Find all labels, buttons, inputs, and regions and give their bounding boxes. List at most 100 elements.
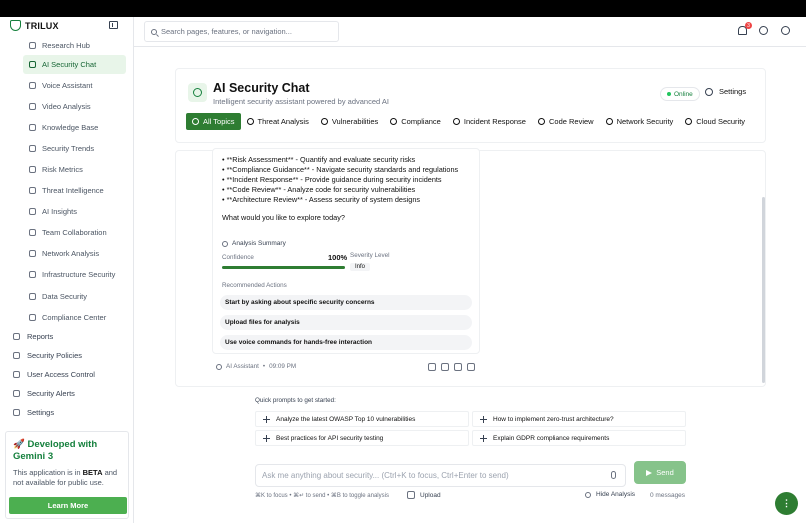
tab-vulnerabilities[interactable]: Vulnerabilities: [315, 113, 384, 130]
message-line: • **Compliance Guidance** - Navigate sec…: [222, 165, 459, 174]
tab-cloud-security[interactable]: Cloud Security: [679, 113, 751, 130]
recommended-action-button[interactable]: Use voice commands for hands-free intera…: [220, 335, 472, 350]
sidebar-item-label: Knowledge Base: [42, 123, 99, 132]
beta-label: BETA: [82, 468, 103, 477]
chart-icon: [29, 166, 36, 173]
eye-icon: [585, 491, 591, 498]
tab-threat-analysis[interactable]: Threat Analysis: [241, 113, 315, 130]
sidebar-item-label: Compliance Center: [42, 313, 107, 322]
sidebar-item-knowledge-base[interactable]: Knowledge Base: [23, 118, 126, 137]
sidebar-item-network-analysis[interactable]: Network Analysis: [23, 244, 126, 263]
sidebar-item-infrastructure-security[interactable]: Infrastructure Security: [23, 265, 126, 284]
target-icon: [246, 118, 254, 125]
quick-prompt-label: How to implement zero-trust architecture…: [493, 415, 614, 423]
user-circle-icon[interactable]: [781, 26, 790, 35]
tab-all-topics[interactable]: All Topics: [186, 113, 241, 130]
gemini-body-prefix: This application is in: [13, 468, 83, 477]
search-bar[interactable]: Search pages, features, or navigation...: [144, 21, 339, 42]
brand[interactable]: TRILUX: [10, 20, 59, 31]
upload-button[interactable]: Upload: [407, 491, 441, 499]
search-icon: [151, 28, 157, 35]
quick-prompt-button[interactable]: Best practices for API security testing: [255, 430, 469, 446]
quick-prompt-button[interactable]: How to implement zero-trust architecture…: [472, 411, 686, 427]
sidebar-item-label: Reports: [27, 332, 54, 341]
confidence-label: Confidence: [222, 254, 254, 261]
sidebar-item-label: Security Policies: [27, 351, 83, 360]
sidebar-item-team-collaboration[interactable]: Team Collaboration: [23, 223, 126, 242]
quick-prompt-button[interactable]: Explain GDPR compliance requirements: [472, 430, 686, 446]
sidebar-item-data-security[interactable]: Data Security: [23, 287, 126, 306]
sidebar-item-security-trends[interactable]: Security Trends: [23, 139, 126, 158]
thumbs-down-icon[interactable]: [454, 363, 462, 371]
network-icon: [605, 118, 613, 125]
messages-scrollbar[interactable]: [762, 197, 765, 383]
mic-icon[interactable]: [611, 471, 616, 479]
tab-code-review[interactable]: Code Review: [532, 113, 600, 130]
sidebar-item-label: Risk Metrics: [42, 165, 83, 174]
sidebar-item-label: Security Trends: [42, 144, 95, 153]
sun-icon[interactable]: [759, 26, 768, 35]
message-time: 09:09 PM: [269, 363, 297, 370]
page-title: AI Security Chat: [213, 81, 310, 95]
severity-label: Severity Level: [350, 252, 390, 259]
chat-settings-button[interactable]: Settings: [705, 87, 746, 96]
tab-network-security[interactable]: Network Security: [600, 113, 680, 130]
sidebar-item-reports[interactable]: Reports: [7, 327, 127, 346]
tab-incident-response[interactable]: Incident Response: [447, 113, 532, 130]
tab-label: Vulnerabilities: [331, 117, 379, 126]
sidebar-item-label: Security Alerts: [27, 389, 75, 398]
recommended-action-button[interactable]: Start by asking about specific security …: [220, 295, 472, 310]
check-circle-icon: [390, 118, 398, 125]
sidebar-item-research-hub[interactable]: Research Hub: [23, 36, 126, 55]
hide-analysis-label: Hide Analysis: [596, 491, 636, 498]
info-icon: [222, 240, 228, 247]
sidebar-item-security-policies[interactable]: Security Policies: [7, 346, 127, 365]
sidebar-item-voice-assistant[interactable]: Voice Assistant: [23, 76, 126, 95]
sidebar-item-user-access-control[interactable]: User Access Control: [7, 365, 127, 384]
tab-label: Code Review: [548, 117, 594, 126]
message-actions: [428, 363, 475, 371]
sidebar-item-threat-intelligence[interactable]: Threat Intelligence: [23, 181, 126, 200]
sidebar-item-ai-security-chat[interactable]: AI Security Chat: [23, 55, 126, 74]
speaker-icon[interactable]: [467, 363, 475, 371]
shield-logo-icon: [10, 20, 21, 31]
gear-icon: [705, 87, 713, 96]
learn-more-button[interactable]: Learn More: [9, 497, 127, 514]
status-label: Online: [674, 90, 693, 98]
message-sender: AI Assistant: [226, 363, 259, 370]
bot-icon: [216, 363, 222, 370]
tab-label: All Topics: [203, 117, 235, 126]
sidebar-item-settings[interactable]: Settings: [7, 403, 127, 422]
send-button[interactable]: Send: [634, 461, 686, 484]
more-options-button[interactable]: ⋮: [775, 492, 798, 515]
tab-compliance[interactable]: Compliance: [384, 113, 447, 130]
quick-prompt-label: Best practices for API security testing: [276, 434, 384, 442]
sidebar-item-label: AI Security Chat: [42, 60, 97, 69]
hide-analysis-button[interactable]: Hide Analysis: [585, 491, 635, 498]
quick-prompts-title: Quick prompts to get started:: [255, 397, 336, 404]
chat-input[interactable]: Ask me anything about security... (Ctrl+…: [255, 464, 626, 487]
quick-prompt-button[interactable]: Analyze the latest OWASP Top 10 vulnerab…: [255, 411, 469, 427]
thumbs-up-icon[interactable]: [441, 363, 449, 371]
database-icon: [29, 293, 36, 300]
sidebar-collapse-icon[interactable]: [109, 21, 118, 29]
top-header: Search pages, features, or navigation...…: [134, 17, 806, 47]
file-icon: [407, 491, 415, 499]
sidebar-item-ai-insights[interactable]: AI Insights: [23, 202, 126, 221]
sidebar-item-compliance-center[interactable]: Compliance Center: [23, 308, 126, 327]
globe-icon: [685, 118, 693, 125]
sparkle-icon: [263, 434, 270, 442]
sidebar-item-label: Settings: [27, 408, 55, 417]
users-icon: [29, 229, 36, 236]
sidebar-item-security-alerts[interactable]: Security Alerts: [7, 384, 127, 403]
search-icon: [29, 42, 36, 49]
assistant-message: • **Risk Assessment** - Quantify and eva…: [212, 148, 480, 354]
search-input[interactable]: Search pages, features, or navigation...: [161, 27, 292, 36]
recommended-action-button[interactable]: Upload files for analysis: [220, 315, 472, 330]
notification-badge: 3: [745, 22, 752, 29]
top-black-bar: [0, 0, 806, 17]
tab-label: Network Security: [616, 117, 674, 126]
copy-icon[interactable]: [428, 363, 436, 371]
sidebar-item-risk-metrics[interactable]: Risk Metrics: [23, 160, 126, 179]
sidebar-item-video-analysis[interactable]: Video Analysis: [23, 97, 126, 116]
